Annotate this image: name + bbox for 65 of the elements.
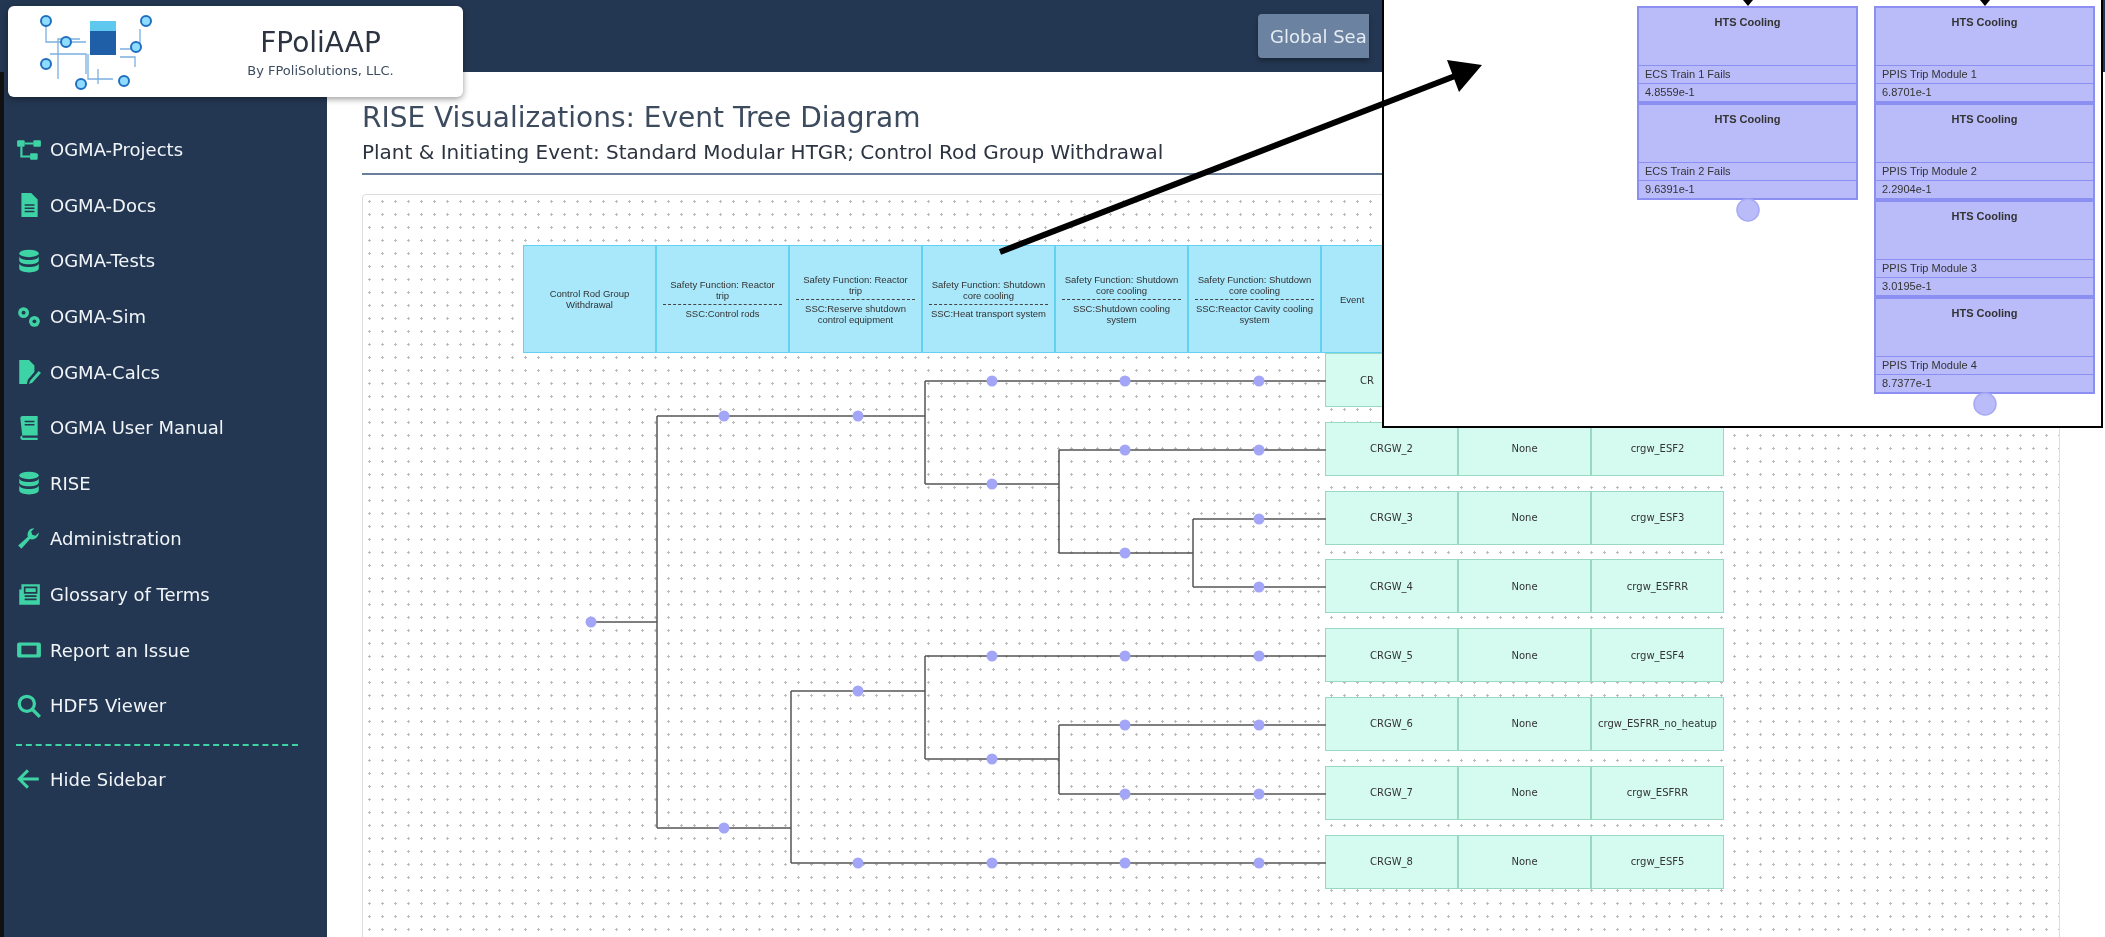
- outcome-cell: CRGW_4: [1325, 559, 1458, 614]
- node-heading: HTS Cooling: [1713, 15, 1782, 30]
- outcome-cell: crgw_ESF3: [1591, 490, 1724, 545]
- outcome-cell: crgw_ESFRR: [1591, 765, 1724, 820]
- database-icon: [16, 248, 42, 274]
- column-header: Safety Function: Shutdown core cooling SSC:Reactor Cavity cooling system: [1188, 245, 1321, 353]
- sidebar-item[interactable]: RISE: [16, 455, 327, 512]
- node-label: ECS Train 2 Fails: [1639, 162, 1856, 180]
- sidebar-item[interactable]: OGMA-Calcs: [16, 344, 327, 400]
- outcome-cell: None: [1458, 697, 1591, 751]
- node-heading: HTS Cooling: [1950, 112, 2019, 127]
- outcome-cell: crgw_ESF4: [1591, 628, 1724, 683]
- outcome-cell: None: [1458, 490, 1591, 545]
- outcome-cell: CRGW_8: [1325, 834, 1458, 889]
- node-label: PPIS Trip Module 4: [1876, 356, 2093, 374]
- outcome-cell: None: [1458, 834, 1591, 889]
- outcome-cell: CRGW_7: [1325, 765, 1458, 820]
- sidebar-item[interactable]: HDF5 Viewer: [16, 677, 327, 734]
- company-name: By FPoliSolutions, LLC.: [247, 62, 394, 78]
- node-probability: 2.2904e-1: [1876, 180, 2093, 198]
- column-header: Safety Function: Reactor trip SSC:Reserve shutdown control equipment: [789, 245, 922, 353]
- node-heading: HTS Cooling: [1950, 306, 2019, 321]
- outcome-cell: CRGW_5: [1325, 628, 1458, 683]
- column-header: Safety Function: Shutdown core cooling SSC:Shutdown cooling system: [1055, 245, 1188, 353]
- page-subtitle: Plant & Initiating Event: Standard Modular HTGR; Control Rod Group Withdrawal: [362, 139, 1164, 166]
- node-label: PPIS Trip Module 2: [1876, 162, 2093, 180]
- sidebar-item[interactable]: OGMA User Manual: [16, 399, 327, 456]
- column-header: Safety Function: Reactor trip SSC:Control rods: [656, 245, 789, 353]
- outcome-cell: crgw_ESF5: [1591, 834, 1724, 889]
- app-name: FPoliAAP: [260, 25, 381, 59]
- node-label: ECS Train 1 Fails: [1639, 65, 1856, 83]
- sidebar-item[interactable]: OGMA-Tests: [16, 233, 327, 289]
- sidebar-item[interactable]: OGMA-Sim: [16, 288, 327, 345]
- node-probability: 3.0195e-1: [1876, 277, 2093, 295]
- sidebar-item[interactable]: Administration: [16, 511, 327, 567]
- outcome-cell: None: [1458, 628, 1591, 683]
- column-header: Safety Function: Shutdown core cooling SSC:Heat transport system: [922, 245, 1055, 353]
- outcome-cell: crgw_ESFRR: [1591, 559, 1724, 614]
- sidebar-item[interactable]: OGMA-Docs: [16, 177, 327, 234]
- node-label: PPIS Trip Module 3: [1876, 259, 2093, 277]
- sidebar-item[interactable]: Glossary of Terms: [16, 566, 327, 623]
- node-probability: 6.8701e-1: [1876, 83, 2093, 101]
- file-pen-icon: [16, 359, 42, 386]
- node-heading: HTS Cooling: [1950, 15, 2019, 30]
- sidebar-item[interactable]: OGMA-Projects: [16, 122, 327, 178]
- node-probability: 4.8559e-1: [1639, 83, 1856, 101]
- outcome-cell: CRGW_3: [1325, 490, 1458, 545]
- wrench-icon: [16, 525, 42, 552]
- node-probability: 8.7377e-1: [1876, 374, 2093, 392]
- outcome-cell: CRGW_2: [1325, 421, 1458, 476]
- outcome-cell: CRGW_6: [1325, 697, 1458, 751]
- node-heading: HTS Cooling: [1713, 112, 1782, 127]
- node-label: PPIS Trip Module 1: [1876, 65, 2093, 83]
- hide-sidebar-link[interactable]: Hide Sidebar: [16, 751, 327, 808]
- sidebar-item[interactable]: Report an Issue: [16, 622, 327, 678]
- node-heading: HTS Cooling: [1950, 209, 2019, 224]
- outcome-cell: None: [1458, 765, 1591, 820]
- node-probability: 9.6391e-1: [1639, 180, 1856, 198]
- outcome-cell: crgw_ESFRR_no_heatup: [1591, 697, 1724, 751]
- search-icon: [16, 692, 42, 719]
- outcome-cell: None: [1458, 559, 1591, 614]
- column-header: Control Rod Group Withdrawal: [523, 245, 656, 353]
- database-icon: [16, 470, 42, 497]
- newspaper-icon: [16, 581, 42, 608]
- page-title: RISE Visualizations: Event Tree Diagram: [362, 100, 921, 136]
